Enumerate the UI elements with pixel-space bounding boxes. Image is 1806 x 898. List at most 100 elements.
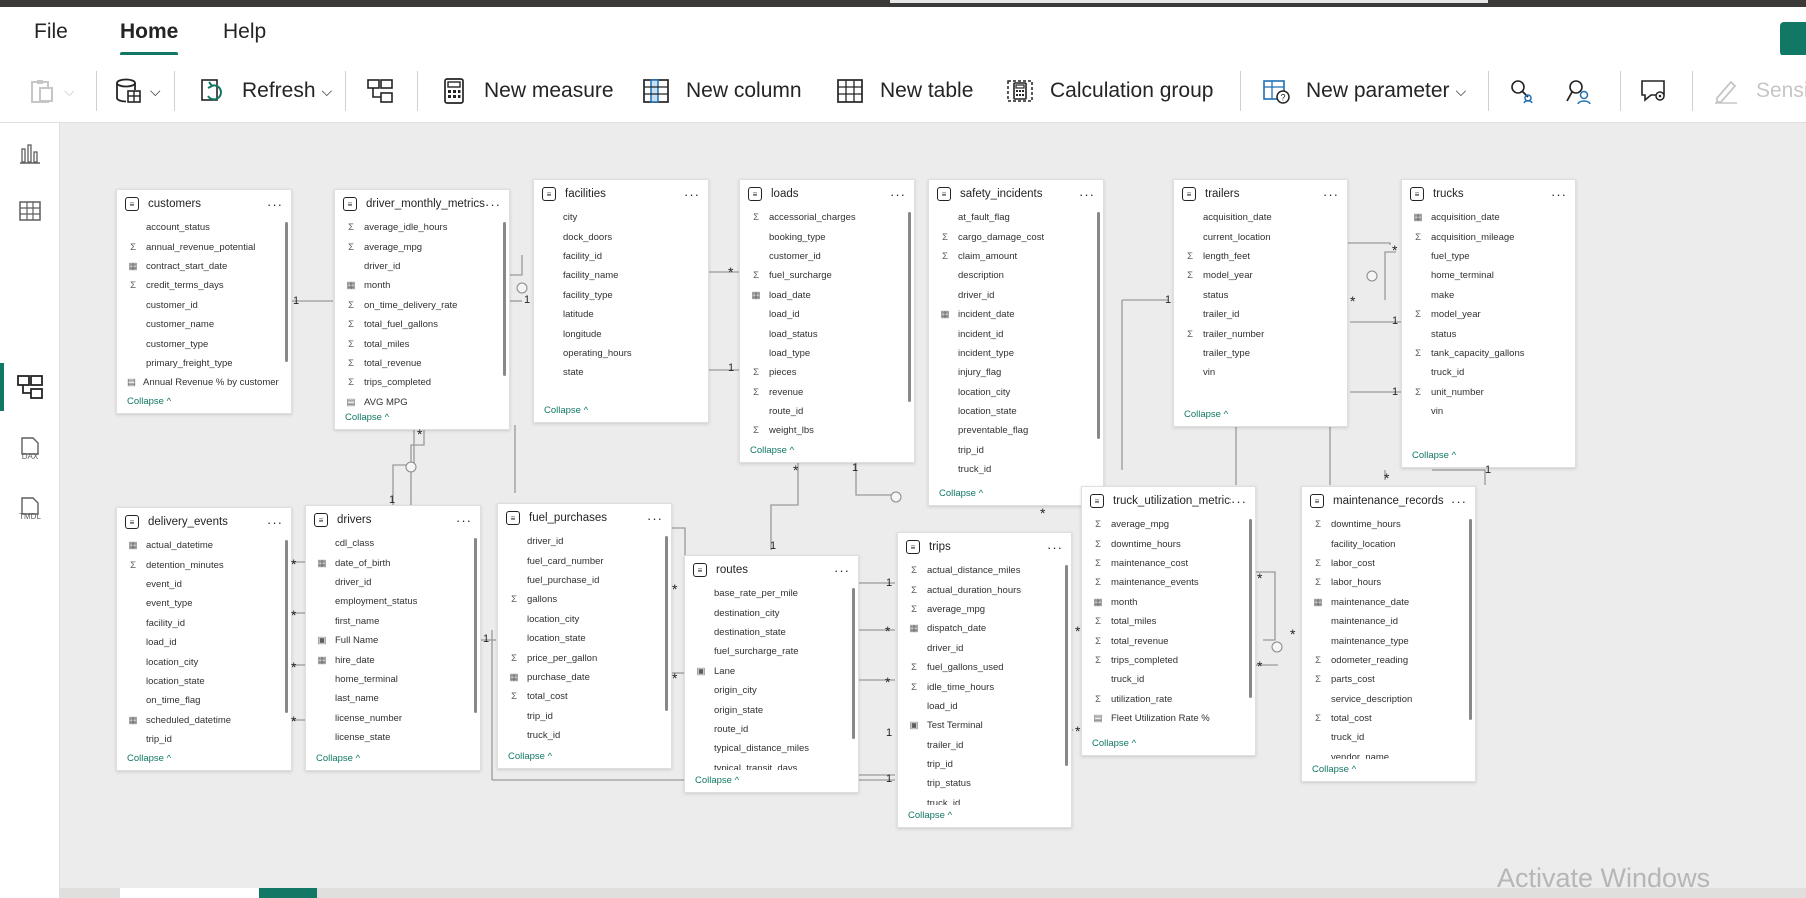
field-row[interactable]: Σunit_number [1412,383,1565,402]
manage-roles-button[interactable] [1562,73,1608,109]
table-card-trailers[interactable]: ≡ trailers ··· acquisition_date current_loca… [1173,179,1348,427]
field-row[interactable]: make [1412,286,1565,305]
field-row[interactable]: trailer_id [908,736,1061,755]
table-card-facilities[interactable]: ≡ facilities ··· city dock_doors facility_id f… [533,179,709,423]
qa-setup-button[interactable] [1638,73,1684,109]
field-row[interactable]: operating_hours [544,344,698,363]
collapse-button[interactable]: Collapse ^ [750,445,794,456]
field-row[interactable]: primary_freight_type [127,354,281,373]
sensitivity-button[interactable]: Sensit [1710,73,1806,109]
collapse-button[interactable]: Collapse ^ [695,775,739,786]
table-card-delivery-events[interactable]: ≡ delivery_events ··· ▦ actual_datetime Σdete… [116,507,292,771]
field-row[interactable]: Σmaintenance_events [1092,573,1245,592]
more-options-icon[interactable]: ··· [267,197,283,212]
field-row[interactable]: state [544,363,698,382]
field-row[interactable]: ▣ Lane [695,662,848,681]
table-card-maintenance-records[interactable]: ≡ maintenance_records ··· Σdowntime_hours fa… [1301,486,1476,782]
vertical-scrollbar[interactable] [665,536,668,711]
field-row[interactable]: Σmodel_year [1412,305,1565,324]
field-row[interactable]: first_name [316,612,470,631]
field-row[interactable]: Σpieces [750,363,904,382]
more-options-icon[interactable]: ··· [647,511,663,526]
field-row[interactable]: destination_city [695,603,848,622]
field-row[interactable]: city [544,208,698,227]
field-row[interactable]: truck_id [1312,728,1465,747]
collapse-button[interactable]: Collapse ^ [508,751,552,762]
field-row[interactable]: cdl_class [316,534,470,553]
vertical-scrollbar[interactable] [1469,519,1472,720]
field-row[interactable]: trailer_id [1184,305,1337,324]
field-row[interactable]: Σfuel_surcharge [750,266,904,285]
field-row[interactable]: Σaverage_mpg [908,600,1061,619]
more-options-icon[interactable]: ··· [485,197,501,212]
table-card-header[interactable]: ≡ trailers ··· [1174,180,1347,208]
collapse-button[interactable]: Collapse ^ [127,396,171,407]
field-row[interactable]: ▦ dispatch_date [908,619,1061,638]
more-options-icon[interactable]: ··· [1079,187,1095,202]
field-row[interactable]: Σtotal_cost [508,687,661,706]
vertical-scrollbar[interactable] [285,222,288,362]
field-row[interactable]: at_fault_flag [939,208,1093,227]
field-row[interactable]: maintenance_type [1312,631,1465,650]
model-view-icon[interactable] [8,365,52,409]
add-page-tab[interactable] [259,888,317,898]
field-row[interactable]: service_description [1312,690,1465,709]
field-row[interactable]: Σtrips_completed [1092,651,1245,670]
field-row[interactable]: ▤ Annual Revenue % by customer t... [127,373,281,391]
field-row[interactable]: load_id [750,305,904,324]
view-as-button[interactable] [1505,73,1551,109]
field-row[interactable]: Σcredit_terms_days [127,276,281,295]
field-row[interactable]: trip_id [908,755,1061,774]
field-row[interactable]: longitude [544,324,698,343]
field-row[interactable]: Σaverage_mpg [345,237,499,256]
table-card-header[interactable]: ≡ facilities ··· [534,180,708,208]
table-card-drivers[interactable]: ≡ drivers ··· cdl_class ▦ date_of_birth driver… [305,505,481,771]
field-row[interactable]: ▦ purchase_date [508,668,661,687]
field-row[interactable]: Σaverage_mpg [1092,515,1245,534]
field-row[interactable]: home_terminal [1412,266,1565,285]
field-row[interactable]: fuel_card_number [508,551,661,570]
field-row[interactable]: trip_id [508,707,661,726]
field-row[interactable]: base_rate_per_mile [695,584,848,603]
field-row[interactable]: account_status [127,218,281,237]
field-row[interactable]: Σtotal_fuel_gallons [345,315,499,334]
field-row[interactable]: Σtotal_cost [1312,709,1465,728]
table-card-truck-utilization-metrics[interactable]: ≡ truck_utilization_metrics ··· Σaverage_mp… [1081,486,1256,756]
field-row[interactable]: Σaccessorial_charges [750,208,904,227]
corner-action-button[interactable] [1780,22,1806,56]
field-row[interactable]: booking_type [750,227,904,246]
field-row[interactable]: Σactual_distance_miles [908,561,1061,580]
field-row[interactable]: driver_id [939,286,1093,305]
field-row[interactable]: license_state [316,728,470,747]
field-row[interactable]: Σtotal_miles [345,334,499,353]
more-options-icon[interactable]: ··· [1231,494,1247,509]
table-card-header[interactable]: ≡ delivery_events ··· [117,508,291,536]
table-card-safety-incidents[interactable]: ≡ safety_incidents ··· at_fault_flag Σcargo_… [928,179,1104,506]
collapse-button[interactable]: Collapse ^ [544,405,588,416]
table-card-driver-monthly-metrics[interactable]: ≡ driver_monthly_metrics ··· Σaverage_idle_… [334,189,510,430]
field-row[interactable]: driver_id [508,532,661,551]
field-row[interactable]: injury_flag [939,363,1093,382]
field-row[interactable]: origin_city [695,681,848,700]
field-row[interactable]: Σfuel_gallons_used [908,658,1061,677]
more-options-icon[interactable]: ··· [1451,494,1467,509]
field-row[interactable]: license_number [316,709,470,728]
table-card-loads[interactable]: ≡ loads ··· Σaccessorial_charges booking_typ… [739,179,915,463]
field-row[interactable]: latitude [544,305,698,324]
field-row[interactable]: Σparts_cost [1312,670,1465,689]
table-card-header[interactable]: ≡ loads ··· [740,180,914,208]
field-row[interactable]: load_type [750,344,904,363]
field-row[interactable]: Σlabor_cost [1312,554,1465,573]
table-card-header[interactable]: ≡ maintenance_records ··· [1302,487,1475,515]
field-row[interactable]: Σprice_per_gallon [508,648,661,667]
report-view-icon[interactable] [8,131,52,175]
vertical-scrollbar[interactable] [908,212,911,402]
field-row[interactable]: typical_distance_miles [695,739,848,758]
field-row[interactable]: incident_id [939,324,1093,343]
table-card-header[interactable]: ≡ drivers ··· [306,506,480,534]
field-row[interactable]: facility_name [544,266,698,285]
field-row[interactable]: Σannual_revenue_potential [127,237,281,256]
menu-file[interactable]: File [34,20,68,44]
field-row[interactable]: Σacquisition_mileage [1412,227,1565,246]
table-card-routes[interactable]: ≡ routes ··· base_rate_per_mile destination_… [684,555,859,793]
